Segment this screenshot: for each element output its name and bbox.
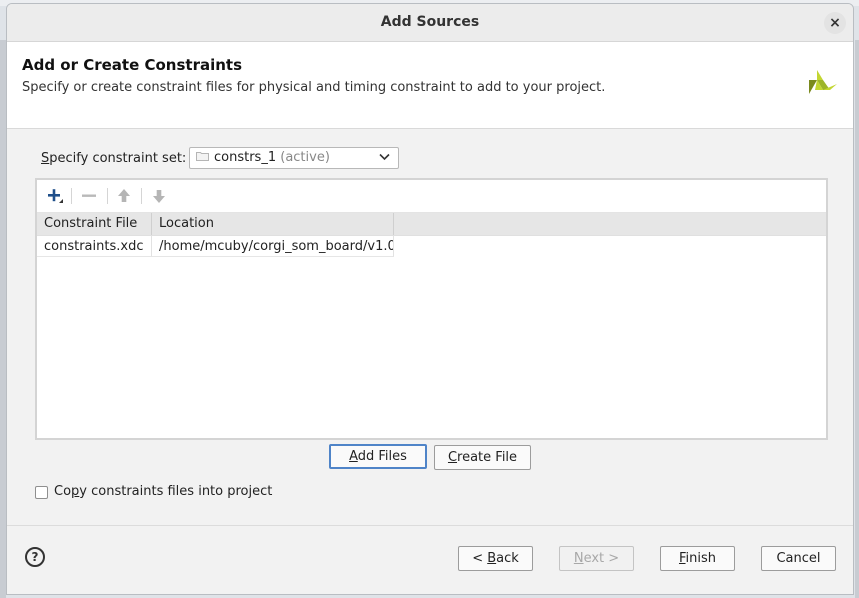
help-icon: ? [31, 550, 39, 564]
constraint-set-value: constrs_1 (active) [214, 150, 330, 165]
vivado-logo-icon [809, 70, 837, 94]
dialog-title: Add Sources [380, 14, 480, 30]
finish-button[interactable]: Finish [660, 546, 735, 571]
table-toolbar [37, 180, 826, 213]
help-button[interactable]: ? [25, 547, 45, 567]
close-icon: × [829, 15, 841, 31]
add-constraint-button[interactable] [45, 186, 65, 206]
background-app-right [855, 40, 859, 598]
table-row[interactable]: constraints.xdc /home/mcuby/corgi_som_bo… [37, 236, 826, 257]
back-button[interactable]: < Back [458, 546, 533, 571]
copy-constraints-checkbox[interactable] [35, 486, 48, 499]
chevron-down-icon [379, 153, 390, 161]
table-header: Constraint File Location [37, 213, 826, 236]
cell-constraint-file: constraints.xdc [37, 236, 152, 257]
create-file-button[interactable]: Create File [434, 445, 531, 470]
cell-location: /home/mcuby/corgi_som_board/v1.0 [152, 236, 394, 257]
arrow-down-icon [153, 190, 165, 203]
footer-divider [7, 525, 853, 526]
cancel-button[interactable]: Cancel [761, 546, 836, 571]
close-button[interactable]: × [824, 12, 846, 34]
folder-icon [196, 152, 209, 161]
minus-icon [82, 194, 96, 197]
remove-constraint-button[interactable] [79, 186, 99, 206]
page-description: Specify or create constraint files for p… [22, 80, 606, 95]
toolbar-separator [141, 188, 142, 204]
constraint-set-label: Specify constraint set: [41, 151, 187, 166]
add-sources-dialog: Add Sources × Add or Create Constraints … [6, 3, 854, 595]
plus-icon [48, 189, 63, 203]
copy-constraints-label[interactable]: Copy constraints files into project [54, 484, 272, 499]
page-title: Add or Create Constraints [22, 56, 243, 74]
column-header-location[interactable]: Location [152, 213, 394, 235]
move-up-button[interactable] [114, 186, 134, 206]
constraints-table-panel: Constraint File Location constraints.xdc… [35, 178, 828, 440]
move-down-button[interactable] [149, 186, 169, 206]
toolbar-separator [107, 188, 108, 204]
wizard-header: Add or Create Constraints Specify or cre… [7, 42, 853, 129]
arrow-up-icon [118, 189, 130, 202]
add-files-button[interactable]: Add Files [329, 444, 427, 469]
dialog-titlebar: Add Sources × [7, 4, 853, 42]
toolbar-separator [71, 188, 72, 204]
next-button[interactable]: Next > [559, 546, 634, 571]
constraint-set-dropdown[interactable]: constrs_1 (active) [189, 147, 399, 169]
column-header-constraint-file[interactable]: Constraint File [37, 213, 152, 235]
